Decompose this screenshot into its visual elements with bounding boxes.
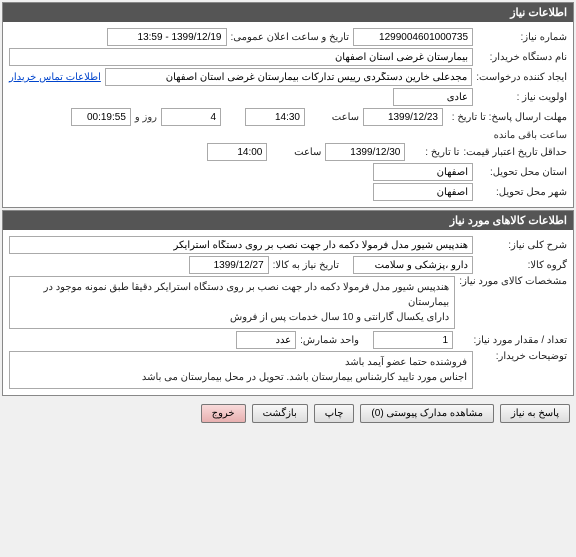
need-no-label: شماره نیاز: bbox=[477, 32, 567, 43]
deadline-label: مهلت ارسال پاسخ: تا تاریخ : bbox=[447, 112, 567, 123]
priority-field[interactable] bbox=[393, 88, 473, 106]
goods-info-panel: اطلاعات کالاهای مورد نیاز شرح کلی نیاز: … bbox=[2, 210, 574, 396]
pub-dt-field[interactable] bbox=[107, 28, 227, 46]
row-priority: اولویت نیاز : bbox=[9, 88, 567, 106]
desc-label: شرح کلی نیاز: bbox=[477, 240, 567, 251]
deadline-time-label: ساعت bbox=[309, 112, 359, 123]
validity-label: حداقل تاریخ اعتبار قیمت: bbox=[463, 147, 567, 158]
qty-field[interactable] bbox=[373, 331, 453, 349]
row-notes: توضیحات خریدار: فروشنده حتما عضو آیمد با… bbox=[9, 351, 567, 389]
need-info-panel: اطلاعات نیاز شماره نیاز: تاریخ و ساعت اع… bbox=[2, 2, 574, 208]
unit-label: واحد شمارش: bbox=[300, 335, 359, 346]
row-deadline: مهلت ارسال پاسخ: تا تاریخ : ساعت روز و س… bbox=[9, 108, 567, 141]
delivery-city-label: شهر محل تحویل: bbox=[477, 187, 567, 198]
panel-header-goods: اطلاعات کالاهای مورد نیاز bbox=[3, 211, 573, 230]
row-qty: تعداد / مقدار مورد نیاز: واحد شمارش: bbox=[9, 331, 567, 349]
exit-button[interactable]: خروج bbox=[201, 404, 246, 423]
desc-field[interactable] bbox=[9, 236, 473, 254]
validity-date-field[interactable] bbox=[325, 143, 405, 161]
need-no-field[interactable] bbox=[353, 28, 473, 46]
delivery-prov-label: استان محل تحویل: bbox=[477, 167, 567, 178]
panel-body-2: شرح کلی نیاز: گروه کالا: تاریخ نیاز به ک… bbox=[3, 230, 573, 395]
row-delivery-prov: استان محل تحویل: bbox=[9, 163, 567, 181]
deadline-date-field[interactable] bbox=[363, 108, 443, 126]
row-spec: مشخصات کالای مورد نیاز: هندپیس شیور مدل … bbox=[9, 276, 567, 329]
row-desc: شرح کلی نیاز: bbox=[9, 236, 567, 254]
deadline-time-field[interactable] bbox=[245, 108, 305, 126]
notes-text: فروشنده حتما عضو آیمد باشد اجناس مورد تا… bbox=[9, 351, 473, 389]
qty-label: تعداد / مقدار مورد نیاز: bbox=[457, 335, 567, 346]
row-validity: حداقل تاریخ اعتبار قیمت: تا تاریخ : ساعت bbox=[9, 143, 567, 161]
need-date-label: تاریخ نیاز به کالا: bbox=[273, 260, 339, 271]
action-bar: پاسخ به نیاز مشاهده مدارک پیوستی (0) چاپ… bbox=[0, 398, 576, 429]
days-remain-field[interactable] bbox=[161, 108, 221, 126]
creator-label: ایجاد کننده درخواست: bbox=[476, 72, 567, 83]
pub-dt-label: تاریخ و ساعت اعلان عمومی: bbox=[231, 32, 350, 43]
creator-field[interactable] bbox=[105, 68, 472, 86]
validity-time-field[interactable] bbox=[207, 143, 267, 161]
notes-label: توضیحات خریدار: bbox=[477, 351, 567, 362]
time-remain-label: ساعت باقی مانده bbox=[494, 130, 567, 141]
panel-body-1: شماره نیاز: تاریخ و ساعت اعلان عمومی: نا… bbox=[3, 22, 573, 207]
buyer-field[interactable] bbox=[9, 48, 473, 66]
buyer-contact-link[interactable]: اطلاعات تماس خریدار bbox=[9, 72, 101, 83]
buyer-label: نام دستگاه خریدار: bbox=[477, 52, 567, 63]
validity-to-label: تا تاریخ : bbox=[409, 147, 459, 158]
row-group: گروه کالا: تاریخ نیاز به کالا: bbox=[9, 256, 567, 274]
need-date-field[interactable] bbox=[189, 256, 269, 274]
delivery-city-field[interactable] bbox=[373, 183, 473, 201]
unit-field[interactable] bbox=[236, 331, 296, 349]
row-creator: ایجاد کننده درخواست: اطلاعات تماس خریدار bbox=[9, 68, 567, 86]
group-field[interactable] bbox=[353, 256, 473, 274]
row-delivery-city: شهر محل تحویل: bbox=[9, 183, 567, 201]
back-button[interactable]: بازگشت bbox=[252, 404, 308, 423]
attachments-button[interactable]: مشاهده مدارک پیوستی (0) bbox=[360, 404, 494, 423]
row-need-no: شماره نیاز: تاریخ و ساعت اعلان عمومی: bbox=[9, 28, 567, 46]
panel-header-need-info: اطلاعات نیاز bbox=[3, 3, 573, 22]
time-remain-field[interactable] bbox=[71, 108, 131, 126]
validity-time-label: ساعت bbox=[271, 147, 321, 158]
spec-label: مشخصات کالای مورد نیاز: bbox=[459, 276, 567, 287]
print-button[interactable]: چاپ bbox=[314, 404, 355, 423]
group-label: گروه کالا: bbox=[477, 260, 567, 271]
delivery-prov-field[interactable] bbox=[373, 163, 473, 181]
days-remain-label: روز و bbox=[135, 112, 157, 123]
priority-label: اولویت نیاز : bbox=[477, 92, 567, 103]
reply-button[interactable]: پاسخ به نیاز bbox=[500, 404, 570, 423]
row-buyer: نام دستگاه خریدار: bbox=[9, 48, 567, 66]
spec-text: هندپیس شیور مدل فرمولا دکمه دار جهت نصب … bbox=[9, 276, 455, 329]
